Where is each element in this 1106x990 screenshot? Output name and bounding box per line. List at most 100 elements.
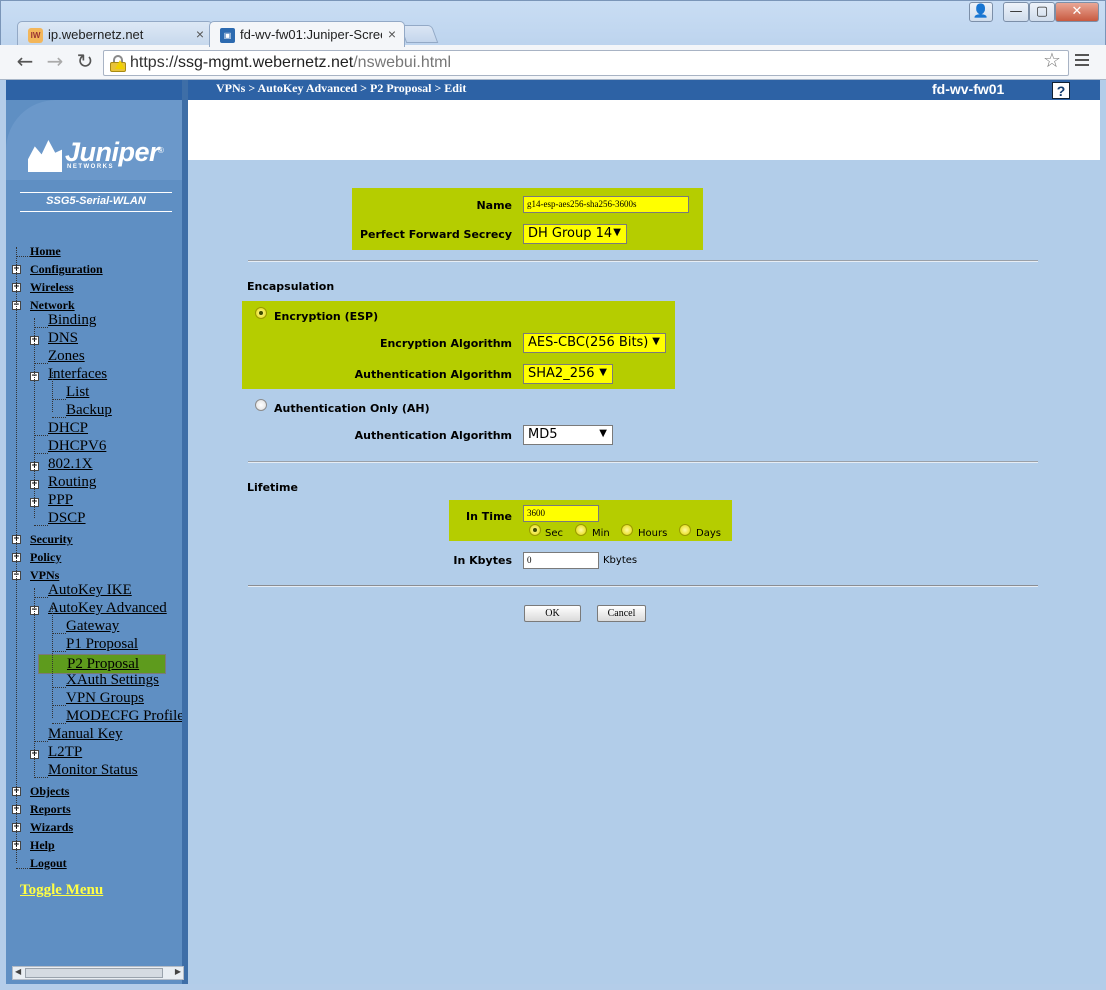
maximize-button[interactable]: ▢	[1029, 2, 1055, 22]
sidebar-item-dhcp[interactable]: DHCP	[48, 420, 88, 437]
ah-authentication-algorithm-label: Authentication Algorithm	[354, 429, 512, 442]
help-icon[interactable]: ?	[1052, 82, 1070, 99]
juniper-favicon-icon: ▣	[220, 28, 235, 43]
sidebar-item-ppp[interactable]: PPP	[48, 492, 73, 509]
tree-connector	[52, 372, 53, 412]
sidebar-item-autokey-ike[interactable]: AutoKey IKE	[48, 582, 132, 599]
esp-label: Encryption (ESP)	[274, 310, 379, 323]
sidebar-item-p1-proposal[interactable]: P1 Proposal	[66, 636, 138, 653]
esp-authentication-algorithm-select[interactable]: SHA2_256 ▼	[523, 364, 613, 384]
tree-connector	[34, 588, 35, 778]
window-frame-right	[1100, 80, 1106, 984]
scroll-right-icon[interactable]: ▶	[175, 967, 181, 976]
in-time-input[interactable]: 3600	[523, 505, 599, 522]
ok-button[interactable]: OK	[524, 605, 581, 622]
in-kbytes-input[interactable]: 0	[523, 552, 599, 569]
close-window-button[interactable]: ✕	[1055, 2, 1099, 22]
sidebar-item-vpns[interactable]: VPNs	[30, 568, 59, 583]
pfs-label: Perfect Forward Secrecy	[359, 228, 512, 241]
sidebar-item-security[interactable]: Security	[30, 532, 73, 547]
sidebar-item-home[interactable]: Home	[30, 244, 61, 259]
unit-days-label: Days	[696, 528, 721, 539]
forward-arrow-icon[interactable]: →	[42, 50, 68, 74]
esp-authentication-algorithm-label: Authentication Algorithm	[354, 368, 512, 381]
scroll-left-icon[interactable]: ◀	[15, 967, 21, 976]
pfs-select[interactable]: DH Group 14 ▼	[523, 224, 627, 244]
sidebar-item-reports[interactable]: Reports	[30, 802, 71, 817]
ah-authentication-algorithm-select[interactable]: MD5 ▼	[523, 425, 613, 445]
sidebar-item-zones[interactable]: Zones	[48, 348, 85, 365]
scrollbar-thumb[interactable]	[25, 968, 163, 978]
tree-connector	[16, 868, 30, 869]
sidebar-item-p2-proposal[interactable]: P2 Proposal	[38, 654, 166, 674]
sidebar-item-gateway[interactable]: Gateway	[66, 618, 119, 635]
bookmark-star-icon[interactable]: ☆	[1043, 48, 1061, 73]
esp-radio[interactable]	[255, 307, 267, 319]
sidebar-item-list[interactable]: List	[66, 384, 89, 401]
cancel-button[interactable]: Cancel	[597, 605, 646, 622]
address-bar[interactable]: https://ssg-mgmt.webernetz.net/nswebui.h…	[103, 50, 1069, 76]
header-banner	[187, 100, 1100, 160]
tree-connector	[34, 597, 48, 598]
sidebar-item-802-1x[interactable]: 802.1X	[48, 456, 93, 473]
sidebar-item-routing[interactable]: Routing	[48, 474, 96, 491]
tree-connector	[52, 399, 66, 400]
chevron-down-icon: ▼	[652, 336, 660, 347]
ah-radio[interactable]	[255, 399, 267, 411]
sidebar-item-l2tp[interactable]: L2TP	[48, 744, 82, 761]
tree-connector	[34, 318, 35, 518]
sidebar-item-objects[interactable]: Objects	[30, 784, 69, 799]
sidebar-item-network[interactable]: Network	[30, 298, 75, 313]
logo-subtitle: NETWORKS	[67, 164, 114, 170]
sidebar-item-dns[interactable]: DNS	[48, 330, 78, 347]
toggle-menu-link[interactable]: Toggle Menu	[20, 882, 103, 899]
sidebar-item-policy[interactable]: Policy	[30, 550, 61, 565]
sidebar-item-help[interactable]: Help	[30, 838, 55, 853]
sidebar-item-wizards[interactable]: Wizards	[30, 820, 73, 835]
tab-close-icon[interactable]: ×	[388, 26, 396, 42]
new-tab-button[interactable]	[399, 25, 439, 43]
unit-hours-radio[interactable]	[621, 524, 633, 536]
tree-connector	[52, 606, 53, 718]
chevron-down-icon: ▼	[613, 227, 621, 238]
tab-close-icon[interactable]: ×	[196, 26, 204, 42]
sidebar-horizontal-scrollbar[interactable]: ◀ ▶	[12, 966, 184, 980]
unit-min-radio[interactable]	[575, 524, 587, 536]
sidebar-item-binding[interactable]: Binding	[48, 312, 96, 329]
unit-sec-radio[interactable]	[529, 524, 541, 536]
sidebar-item-dhcpv6[interactable]: DHCPV6	[48, 438, 106, 455]
name-label: Name	[476, 199, 512, 212]
sidebar-item-logout[interactable]: Logout	[30, 856, 67, 871]
url-text[interactable]: https://ssg-mgmt.webernetz.net/nswebui.h…	[130, 54, 451, 72]
tree-connector	[34, 327, 48, 328]
sidebar-item-manual-key[interactable]: Manual Key	[48, 726, 123, 743]
chevron-down-icon: ▼	[599, 428, 607, 439]
sidebar-item-dscp[interactable]: DSCP	[48, 510, 86, 527]
sidebar-item-interfaces[interactable]: Interfaces	[48, 366, 107, 383]
sidebar-item-monitor-status[interactable]: Monitor Status	[48, 762, 138, 779]
sidebar-divider	[182, 80, 188, 984]
encryption-algorithm-select[interactable]: AES-CBC(256 Bits) ▼	[523, 333, 666, 353]
insecure-lock-icon[interactable]	[110, 55, 126, 72]
sidebar-item-wireless[interactable]: Wireless	[30, 280, 74, 295]
unit-days-radio[interactable]	[679, 524, 691, 536]
user-icon[interactable]: 👤	[969, 2, 993, 22]
lifetime-heading: Lifetime	[247, 481, 298, 494]
reload-icon[interactable]: ↻	[72, 50, 98, 74]
back-arrow-icon[interactable]: ←	[12, 50, 38, 74]
sidebar-item-backup[interactable]: Backup	[66, 402, 112, 419]
sidebar-item-autokey-advanced[interactable]: AutoKey Advanced	[48, 600, 167, 617]
name-input[interactable]: g14-esp-aes256-sha256-3600s	[523, 196, 689, 213]
sidebar-item-xauth-settings[interactable]: XAuth Settings	[66, 672, 159, 689]
sidebar-item-vpn-groups[interactable]: VPN Groups	[66, 690, 144, 707]
tree-connector	[34, 363, 48, 364]
in-time-label: In Time	[466, 510, 512, 523]
sidebar-item-modecfg-profile[interactable]: MODECFG Profile	[66, 708, 182, 725]
tab-ip-webernetz[interactable]: IW ip.webernetz.net ×	[17, 21, 213, 47]
tab-juniper-screenos[interactable]: ▣ fd-wv-fw01:Juniper-Screen ×	[209, 21, 405, 47]
minimize-button[interactable]: —	[1003, 2, 1029, 22]
screenos-webui: VPNs > AutoKey Advanced > P2 Proposal > …	[6, 80, 1100, 984]
unit-min-label: Min	[592, 528, 610, 539]
sidebar-item-configuration[interactable]: Configuration	[30, 262, 103, 277]
browser-menu-icon[interactable]	[1075, 54, 1089, 69]
